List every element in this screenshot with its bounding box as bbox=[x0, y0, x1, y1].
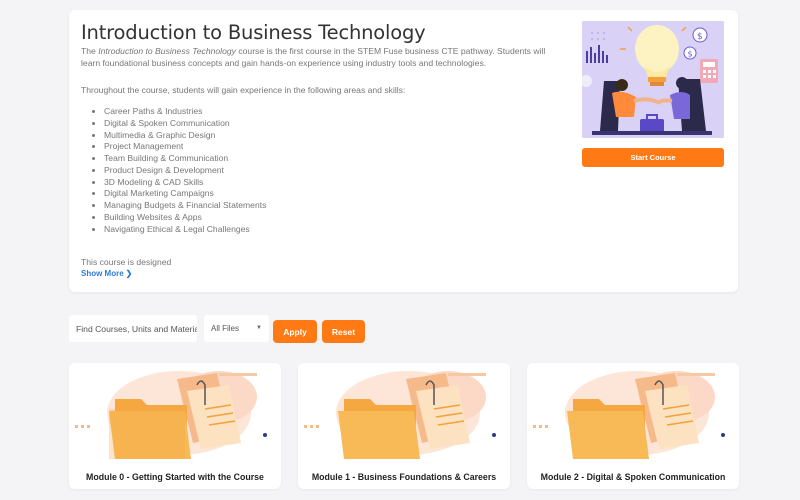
folder-illustration bbox=[298, 363, 510, 465]
course-title: Introduction to Business Technology bbox=[81, 21, 426, 44]
module-card[interactable]: Module 2 - Digital & Spoken Communicatio… bbox=[527, 363, 739, 489]
skill-item: Project Management bbox=[104, 141, 266, 153]
course-description: The Introduction to Business Technology … bbox=[81, 46, 566, 70]
description-course-name: Introduction to Business Technology bbox=[98, 46, 236, 56]
start-course-button[interactable]: Start Course bbox=[582, 148, 724, 167]
skill-item: Navigating Ethical & Legal Challenges bbox=[104, 224, 266, 236]
course-hero-illustration: $ $ bbox=[582, 21, 724, 138]
module-title: Module 2 - Digital & Spoken Communicatio… bbox=[540, 472, 726, 482]
show-more-link[interactable]: Show More ❯ bbox=[81, 269, 132, 278]
skill-item: Digital & Spoken Communication bbox=[104, 118, 266, 130]
truncated-description: This course is designed bbox=[81, 257, 172, 267]
show-more-label: Show More bbox=[81, 269, 124, 278]
skill-item: Managing Budgets & Financial Statements bbox=[104, 200, 266, 212]
module-title: Module 0 - Getting Started with the Cour… bbox=[86, 472, 264, 482]
folder-illustration bbox=[527, 363, 739, 465]
select-value: All Files bbox=[211, 324, 240, 333]
svg-text:$: $ bbox=[697, 32, 703, 42]
module-card[interactable]: Module 1 - Business Foundations & Career… bbox=[298, 363, 510, 489]
apply-button[interactable]: Apply bbox=[273, 320, 317, 343]
skill-item: Digital Marketing Campaigns bbox=[104, 188, 266, 200]
skill-item: 3D Modeling & CAD Skills bbox=[104, 177, 266, 189]
skill-item: Career Paths & Industries bbox=[104, 106, 266, 118]
chevron-right-icon: ❯ bbox=[125, 269, 133, 278]
module-title: Module 1 - Business Foundations & Career… bbox=[311, 472, 497, 482]
caret-down-icon: ▼ bbox=[256, 325, 262, 331]
svg-text:$: $ bbox=[688, 50, 693, 59]
module-card[interactable]: Module 0 - Getting Started with the Cour… bbox=[69, 363, 281, 489]
skills-intro: Throughout the course, students will gai… bbox=[81, 85, 406, 95]
reset-button[interactable]: Reset bbox=[322, 320, 365, 343]
folder-illustration bbox=[69, 363, 281, 465]
skill-item: Team Building & Communication bbox=[104, 153, 266, 165]
search-input[interactable] bbox=[69, 315, 197, 342]
course-card: Introduction to Business Technology The … bbox=[69, 10, 738, 292]
skill-item: Building Websites & Apps bbox=[104, 212, 266, 224]
skill-item: Multimedia & Graphic Design bbox=[104, 130, 266, 142]
file-type-select[interactable]: All Files ▼ bbox=[204, 315, 269, 342]
skills-list: Career Paths & Industries Digital & Spok… bbox=[104, 106, 266, 235]
skill-item: Product Design & Development bbox=[104, 165, 266, 177]
description-prefix: The bbox=[81, 46, 99, 56]
